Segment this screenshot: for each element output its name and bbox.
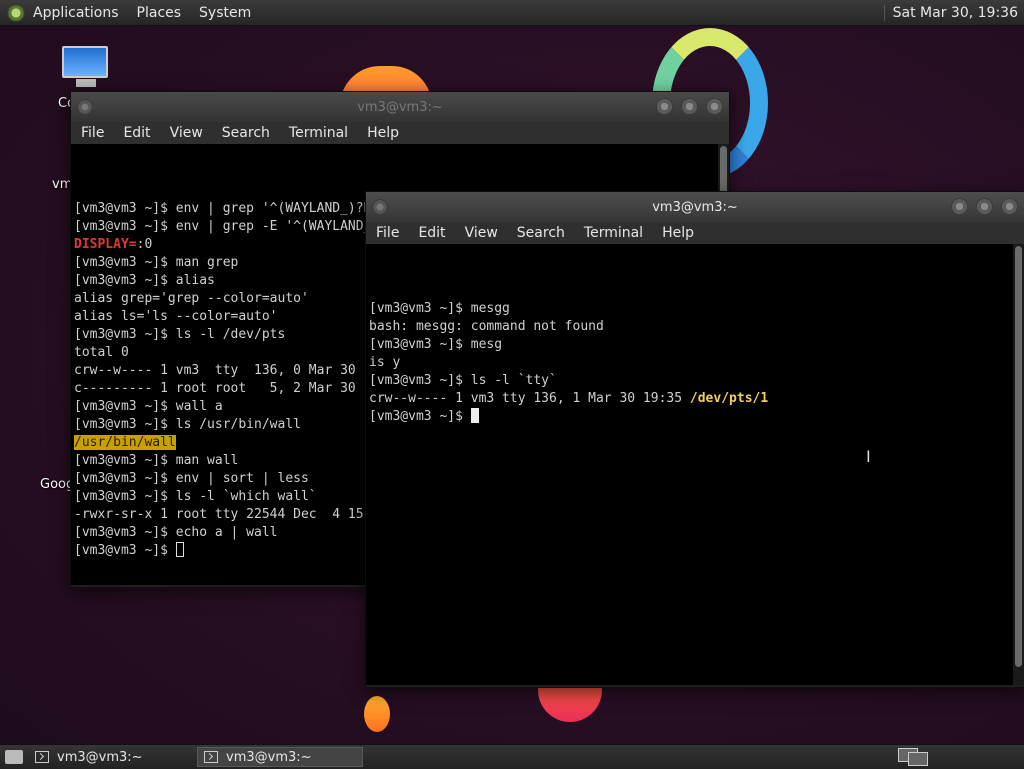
menu-help[interactable]: Help	[662, 225, 694, 241]
monitor-icon	[62, 46, 108, 78]
window-title: vm3@vm3:~	[357, 99, 443, 115]
menu-edit[interactable]: Edit	[418, 225, 445, 241]
terminal-icon	[35, 751, 49, 763]
menu-help[interactable]: Help	[367, 125, 399, 141]
taskbar-item-terminal-2[interactable]: vm3@vm3:~	[197, 747, 363, 767]
taskbar-item-label: vm3@vm3:~	[226, 749, 312, 765]
window-title: vm3@vm3:~	[652, 199, 738, 215]
highlighted-path: /usr/bin/wall	[74, 435, 176, 450]
ls-output-text: crw--w---- 1 vm3 tty 136, 1 Mar 30 19:35	[369, 391, 690, 406]
terminal-line: [vm3@vm3 ~]$ ls -l `tty`	[369, 373, 557, 388]
window-titlebar[interactable]: vm3@vm3:~	[366, 192, 1024, 222]
distro-logo-icon[interactable]	[7, 3, 25, 22]
close-icon[interactable]	[706, 98, 723, 115]
maximize-icon[interactable]	[976, 198, 993, 215]
device-path: /dev/pts/1	[689, 391, 769, 406]
terminal-menubar: File Edit View Search Terminal Help	[71, 122, 729, 144]
wallpaper-orange-dot	[364, 696, 390, 732]
menu-search[interactable]: Search	[222, 125, 270, 141]
terminal-line: [vm3@vm3 ~]$ mesg	[369, 337, 503, 352]
workspace-switcher-icon[interactable]	[898, 748, 928, 766]
show-desktop-icon[interactable]	[5, 750, 23, 764]
close-icon[interactable]	[1001, 198, 1018, 215]
terminal-line: bash: mesgg: command not found	[369, 319, 604, 334]
terminal-line: is y	[369, 355, 401, 370]
applications-menu[interactable]: Applications	[33, 5, 119, 21]
window-menu-icon[interactable]	[77, 99, 93, 115]
terminal-output[interactable]: [vm3@vm3 ~]$ mesgg bash: mesgg: command n…	[366, 244, 1024, 685]
text-cursor-icon: Ι	[866, 447, 871, 466]
scrollbar[interactable]	[1013, 244, 1024, 685]
panel-clock[interactable]: Sat Mar 30, 19:36	[883, 4, 1018, 21]
computer-desktop-icon[interactable]	[62, 46, 110, 90]
window-menu-icon[interactable]	[372, 199, 388, 215]
top-panel: Applications Places System Sat Mar 30, 1…	[0, 0, 1024, 26]
menu-file[interactable]: File	[81, 125, 104, 141]
terminal-line: [vm3@vm3 ~]$	[369, 408, 1024, 426]
window-titlebar[interactable]: vm3@vm3:~	[71, 92, 729, 122]
menu-view[interactable]: View	[170, 125, 203, 141]
terminal-window-front[interactable]: vm3@vm3:~ File Edit View Search Terminal…	[365, 191, 1024, 688]
minimize-icon[interactable]	[951, 198, 968, 215]
menu-view[interactable]: View	[465, 225, 498, 241]
terminal-cursor	[175, 542, 184, 557]
menu-file[interactable]: File	[376, 225, 399, 241]
env-var-match: DISPLAY=	[74, 237, 137, 252]
taskbar-item-terminal-1[interactable]: vm3@vm3:~	[29, 747, 195, 767]
taskbar-item-label: vm3@vm3:~	[57, 749, 143, 765]
terminal-icon	[204, 751, 218, 763]
menu-search[interactable]: Search	[517, 225, 565, 241]
menu-edit[interactable]: Edit	[123, 125, 150, 141]
shell-prompt: [vm3@vm3 ~]$	[74, 543, 176, 558]
terminal-menubar: File Edit View Search Terminal Help	[366, 222, 1024, 244]
shell-prompt: [vm3@vm3 ~]$	[369, 409, 471, 424]
scrollbar-thumb[interactable]	[1015, 246, 1022, 667]
env-var-value: :0	[136, 237, 153, 252]
terminal-cursor	[470, 408, 479, 423]
bottom-taskbar: vm3@vm3:~ vm3@vm3:~	[0, 744, 1024, 769]
system-menu[interactable]: System	[199, 5, 251, 21]
menu-terminal[interactable]: Terminal	[289, 125, 348, 141]
terminal-line: [vm3@vm3 ~]$ mesgg	[369, 301, 510, 316]
menu-terminal[interactable]: Terminal	[584, 225, 643, 241]
minimize-icon[interactable]	[656, 98, 673, 115]
places-menu[interactable]: Places	[137, 5, 182, 21]
maximize-icon[interactable]	[681, 98, 698, 115]
terminal-line: crw--w---- 1 vm3 tty 136, 1 Mar 30 19:35…	[369, 390, 1024, 408]
